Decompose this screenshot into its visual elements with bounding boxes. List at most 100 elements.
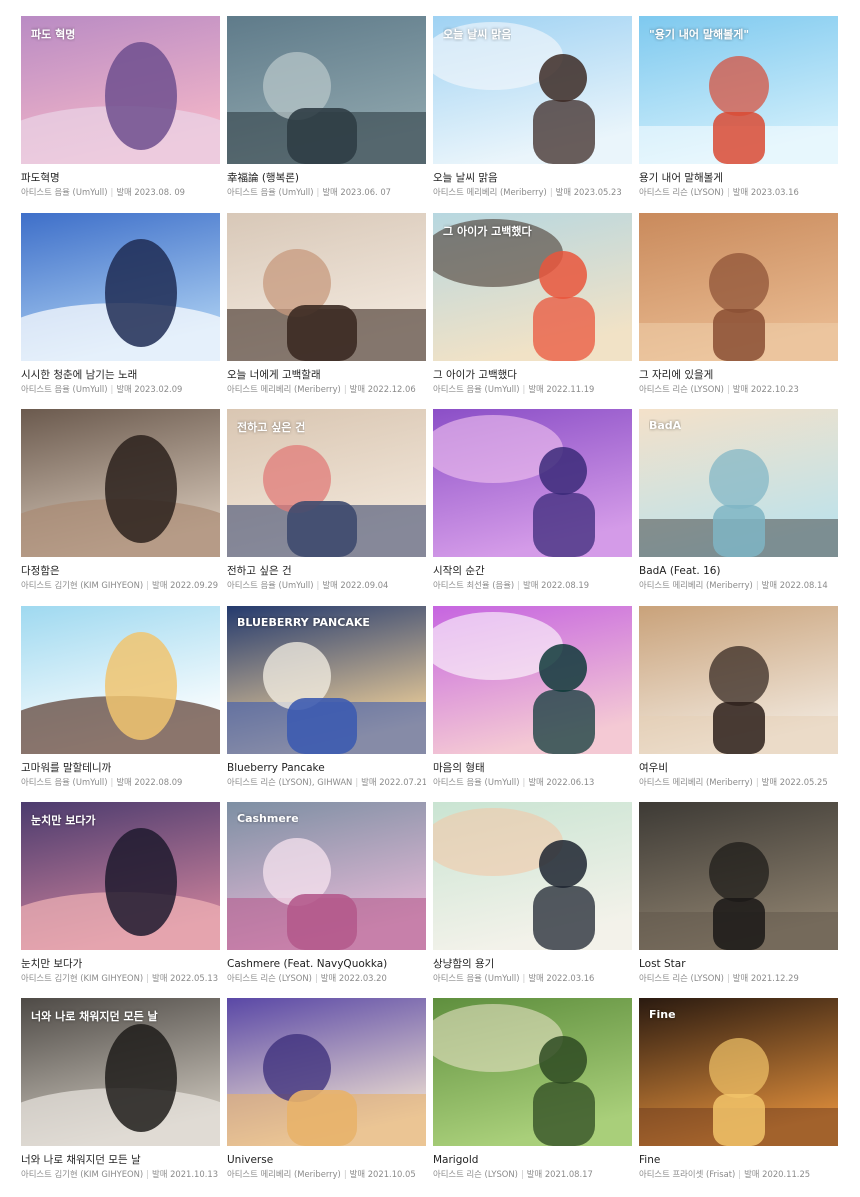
album-cover[interactable] — [433, 409, 632, 557]
album-card[interactable]: Fine Fine 아티스트 프라이셋 (Frisat) | 발매 2020.11.25 — [639, 998, 838, 1184]
album-title[interactable]: 오늘 날씨 맑음 — [433, 172, 632, 185]
album-title[interactable]: 눈치만 보다가 — [21, 958, 220, 971]
album-cover[interactable] — [639, 213, 838, 361]
album-card[interactable]: 고마워를 말할테니까 아티스트 음율 (UmYull) | 발매 2022.08.09 — [21, 606, 220, 792]
meta-separator: | — [314, 973, 318, 983]
album-card[interactable]: 여우비아티스트 메리베리 (Meriberry) | 발매 2022.05.25 — [639, 606, 838, 792]
album-card[interactable]: 상냥함의 용기 아티스트 음율 (UmYull) | 발매 2022.03.16 — [433, 802, 632, 988]
album-cover[interactable]: 오늘 날씨 맑음 — [433, 16, 632, 164]
album-cover[interactable]: Fine — [639, 998, 838, 1146]
album-cover[interactable] — [21, 409, 220, 557]
album-release-date: 발매 2023.02.09 — [116, 384, 183, 394]
album-cover[interactable]: 그 아이가 고백했다 — [433, 213, 632, 361]
album-cover[interactable] — [639, 802, 838, 950]
album-card[interactable]: Lost Star 아티스트 리슨 (LYSON) | 발매 2021.12.29 — [639, 802, 838, 988]
album-card[interactable]: 마음의 형태 아티스트 음율 (UmYull) | 발매 2022.06.13 — [433, 606, 632, 792]
album-card[interactable]: Marigold 아티스트 리슨 (LYSON) | 발매 2021.08.17 — [433, 998, 632, 1184]
album-title[interactable]: 용기 내어 말해볼게 — [639, 172, 838, 185]
album-title[interactable]: Blueberry Pancake — [227, 762, 426, 775]
album-title[interactable]: 그 자리에 있을게 — [639, 369, 838, 382]
album-cover[interactable]: 너와 나로 채워지던 모든 날 — [21, 998, 220, 1146]
album-card[interactable]: 다정함은아티스트 김기현 (KIM GIHYEON) | 발매 2022.09.29 — [21, 409, 220, 595]
album-title[interactable]: 시시한 청춘에 남기는 노래 — [21, 369, 220, 382]
album-card[interactable]: 시시한 청춘에 남기는 노래 아티스트 음율 (UmYull) | 발매 2023.0… — [21, 213, 220, 399]
album-card[interactable]: 그 자리에 있을게아티스트 리슨 (LYSON) | 발매 2022.10.23 — [639, 213, 838, 399]
meta-separator: | — [316, 580, 320, 590]
album-card[interactable]: 오늘 너에게 고백할래 아티스트 메리베리 (Meriberry) | 발매 2022… — [227, 213, 426, 399]
album-release-date: 발매 2023.06. 07 — [322, 187, 392, 197]
album-meta: 아티스트 리슨 (LYSON) | 발매 2022.10.23 — [639, 384, 838, 395]
album-cover[interactable]: BadA — [639, 409, 838, 557]
album-card[interactable]: 그 아이가 고백했다 그 아이가 고백했다 아티스트 음율 (UmYull) | 발매 … — [433, 213, 632, 399]
album-release-date: 발매 2023.05.23 — [555, 187, 622, 197]
album-title[interactable]: 너와 나로 채워지던 모든 날 — [21, 1154, 220, 1167]
album-meta: 아티스트 메리베리 (Meriberry) | 발매 2022.05.25 — [639, 777, 838, 788]
album-release-date: 발매 2022.03.16 — [528, 973, 595, 983]
album-release-date: 발매 2022.05.13 — [152, 973, 219, 983]
album-cover[interactable] — [21, 213, 220, 361]
album-title[interactable]: 상냥함의 용기 — [433, 958, 632, 971]
album-meta: 아티스트 음율 (UmYull) | 발매 2022.09.04 — [227, 580, 426, 591]
album-title[interactable]: 시작의 순간 — [433, 565, 632, 578]
album-card[interactable]: "용기 내어 말해볼게" 용기 내어 말해볼게 아티스트 리슨 (LYSON) | 발매… — [639, 16, 838, 202]
album-cover[interactable]: "용기 내어 말해볼게" — [639, 16, 838, 164]
album-meta: 아티스트 김기현 (KIM GIHYEON) | 발매 2022.05.13 — [21, 973, 220, 984]
album-cover[interactable] — [433, 606, 632, 754]
album-title[interactable]: 마음의 형태 — [433, 762, 632, 775]
album-title[interactable]: Cashmere (Feat. NavyQuokka) — [227, 958, 426, 971]
album-cover[interactable] — [433, 802, 632, 950]
album-title[interactable]: 幸福論 (행복론) — [227, 172, 426, 185]
album-card[interactable]: 너와 나로 채워지던 모든 날 너와 나로 채워지던 모든 날 아티스트 김기현 (… — [21, 998, 220, 1184]
album-title[interactable]: 여우비 — [639, 762, 838, 775]
album-card[interactable]: BadA BadA (Feat. 16) 아티스트 메리베리 (Meriberry)… — [639, 409, 838, 595]
album-title[interactable]: BadA (Feat. 16) — [639, 565, 838, 578]
album-release-date: 발매 2021.10.13 — [152, 1169, 219, 1179]
album-card[interactable]: BLUEBERRY PANCAKE Blueberry Pancake 아티스트 리… — [227, 606, 426, 792]
album-release-date: 발매 2022.07.21 — [361, 777, 426, 787]
album-title[interactable]: 그 아이가 고백했다 — [433, 369, 632, 382]
album-grid: 파도 혁명파도혁명아티스트 음율 (UmYull) | 발매 2023.08. 09… — [0, 0, 860, 1197]
album-cover[interactable] — [21, 606, 220, 754]
album-cover[interactable] — [639, 606, 838, 754]
album-title[interactable]: 고마워를 말할테니까 — [21, 762, 220, 775]
album-release-date: 발매 2022.10.23 — [732, 384, 799, 394]
album-release-date: 발매 2020.11.25 — [744, 1169, 811, 1179]
album-artist: 아티스트 리슨 (LYSON) — [433, 1169, 518, 1179]
album-cover[interactable]: 전하고 싶은 건 — [227, 409, 426, 557]
album-card[interactable]: 幸福論 (행복론) 아티스트 음율 (UmYull) | 발매 2023.06. 07 — [227, 16, 426, 202]
album-meta: 아티스트 김기현 (KIM GIHYEON) | 발매 2022.09.29 — [21, 580, 220, 591]
album-artist: 아티스트 프라이셋 (Frisat) — [639, 1169, 736, 1179]
album-release-date: 발매 2021.12.29 — [732, 973, 799, 983]
album-title[interactable]: 다정함은 — [21, 565, 220, 578]
album-cover[interactable] — [227, 213, 426, 361]
album-release-date: 발매 2021.08.17 — [526, 1169, 593, 1179]
album-card[interactable]: 눈치만 보다가 눈치만 보다가 아티스트 김기현 (KIM GIHYEON) | 발매 … — [21, 802, 220, 988]
album-title[interactable]: Universe — [227, 1154, 426, 1167]
album-cover[interactable]: BLUEBERRY PANCAKE — [227, 606, 426, 754]
album-cover[interactable] — [227, 998, 426, 1146]
album-artist: 아티스트 김기현 (KIM GIHYEON) — [21, 973, 144, 983]
album-card[interactable]: 시작의 순간 아티스트 최선율 (음율) | 발매 2022.08.19 — [433, 409, 632, 595]
meta-separator: | — [316, 187, 320, 197]
album-title[interactable]: 전하고 싶은 건 — [227, 565, 426, 578]
album-cover[interactable]: Cashmere — [227, 802, 426, 950]
album-release-date: 발매 2022.08.14 — [761, 580, 828, 590]
album-cover[interactable]: 파도 혁명 — [21, 16, 220, 164]
album-card[interactable]: 전하고 싶은 건 전하고 싶은 건 아티스트 음율 (UmYull) | 발매 2022… — [227, 409, 426, 595]
album-card[interactable]: 파도 혁명파도혁명아티스트 음율 (UmYull) | 발매 2023.08. 09 — [21, 16, 220, 202]
album-card[interactable]: 오늘 날씨 맑음 오늘 날씨 맑음 아티스트 메리베리 (Meriberry) | 발매… — [433, 16, 632, 202]
meta-separator: | — [517, 580, 521, 590]
album-title[interactable]: Lost Star — [639, 958, 838, 971]
album-card[interactable]: Cashmere Cashmere (Feat. NavyQuokka) 아티스트 … — [227, 802, 426, 988]
album-cover[interactable]: 눈치만 보다가 — [21, 802, 220, 950]
album-cover[interactable] — [227, 16, 426, 164]
album-meta: 아티스트 리슨 (LYSON), GIHWAN | 발매 2022.07.21 — [227, 777, 426, 788]
album-artist: 아티스트 메리베리 (Meriberry) — [227, 384, 341, 394]
album-title[interactable]: Fine — [639, 1154, 838, 1167]
album-card[interactable]: Universe 아티스트 메리베리 (Meriberry) | 발매 2021.10… — [227, 998, 426, 1184]
album-title[interactable]: 파도혁명 — [21, 172, 220, 185]
album-cover[interactable] — [433, 998, 632, 1146]
album-title[interactable]: 오늘 너에게 고백할래 — [227, 369, 426, 382]
album-title[interactable]: Marigold — [433, 1154, 632, 1167]
album-meta: 아티스트 음율 (UmYull) | 발매 2023.08. 09 — [21, 187, 220, 198]
